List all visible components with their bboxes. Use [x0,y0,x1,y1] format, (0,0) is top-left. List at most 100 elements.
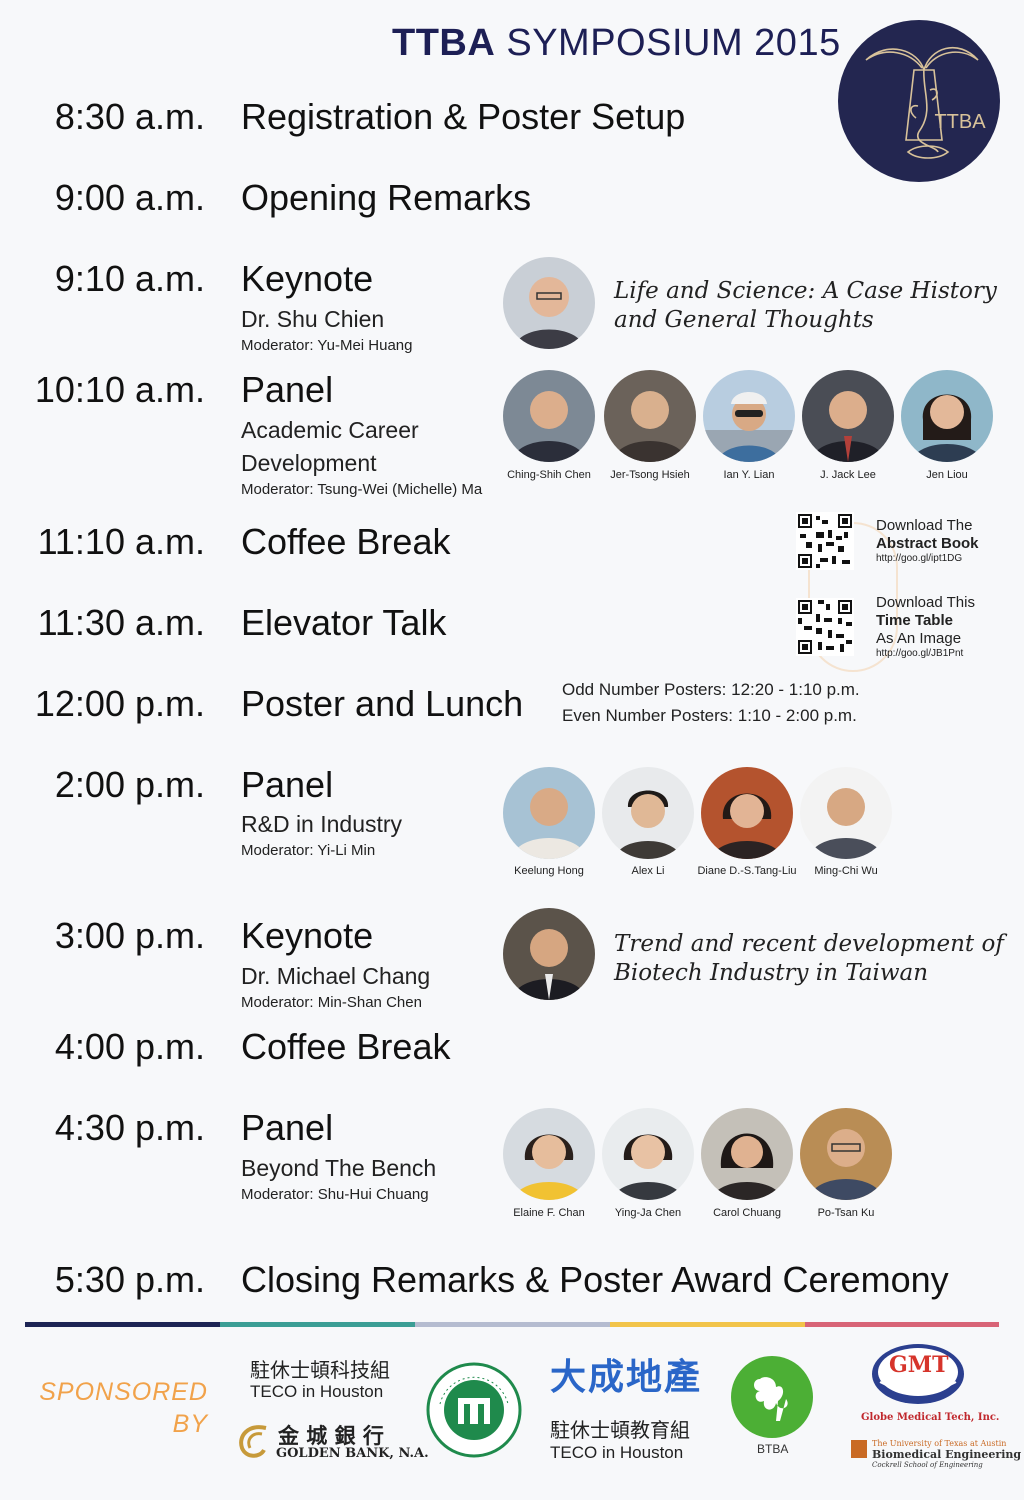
event-panel-2: Panel [241,764,334,805]
ttba-logo: TTBA [838,20,1000,182]
divider-segment [220,1322,415,1327]
panelist-name: Jen Liou [926,469,968,481]
sponsored-line2: BY [172,1410,208,1438]
panelist-photo [604,370,696,462]
download-abstract-line2: Abstract Book [876,535,979,552]
event-closing: Closing Remarks & Poster Award Ceremony [241,1259,949,1300]
gmt-label: GMT [889,1352,949,1378]
download-timetable-line2: Time Table [876,612,953,629]
panelist-name: Ming-Chi Wu [814,865,878,877]
odd-posters-note: Odd Number Posters: 12:20 - 1:10 p.m. [562,680,860,699]
panel-2-topic: R&D in Industry [241,811,403,837]
divider-segment [25,1322,220,1327]
panelist-photo [503,370,595,462]
panelist-name: J. Jack Lee [820,469,876,481]
panelist-name: Carol Chuang [713,1207,781,1219]
keynote-1-speaker: Dr. Shu Chien [241,306,385,332]
even-posters-note: Even Number Posters: 1:10 - 2:00 p.m. [562,706,857,725]
download-timetable-line3: As An Image [876,630,962,647]
panelist-name: Diane D.-S.Tang-Liu [697,865,797,877]
panelist-name: Jer-Tsong Hsieh [610,469,690,481]
keynote-2-title-line2: Biotech Industry in Taiwan [614,960,929,986]
qr-code-time-table[interactable] [796,598,854,656]
download-timetable-line1: Download This [876,594,975,611]
title-rest: SYMPOSIUM 2015 [495,22,841,64]
keynote-1-title-line1: Life and Science: A Case History [614,278,997,304]
panel-1-topic-line2: Development [241,450,377,476]
keynote-2-title-line1: Trend and recent development of [614,931,1004,957]
ut-line1: The University of Texas at Austin [872,1439,1007,1448]
panelist-photo [602,767,694,859]
time-0830: 8:30 a.m. [54,96,205,137]
panel-3-moderator: Moderator: Shu-Hui Chuang [241,1186,429,1203]
panelist-photo [503,767,595,859]
keynote-1-moderator: Moderator: Yu-Mei Huang [241,337,413,354]
panelist-name: Ching-Shih Chen [507,469,591,481]
btba-icon [731,1356,813,1438]
gmt-name: Globe Medical Tech, Inc. [861,1412,1000,1423]
golden-bank-logo [236,1422,270,1460]
keynote-2-moderator: Moderator: Min-Shan Chen [241,994,422,1011]
time-0910: 9:10 a.m. [54,258,205,299]
panelist-name: Ying-Ja Chen [614,1207,682,1219]
time-1500: 3:00 p.m. [54,915,205,956]
panelist-name: Po-Tsan Ku [817,1207,875,1219]
ut-shield-icon [851,1440,867,1458]
teco-science-en: TECO in Houston [250,1382,384,1401]
time-1400: 2:00 p.m. [54,764,205,805]
event-panel-1: Panel [241,369,334,410]
sponsored-by-label: SPONSORED BY [28,1376,208,1440]
time-0900: 9:00 a.m. [54,177,205,218]
panelist-photo [503,1108,595,1200]
event-panel-3: Panel [241,1107,334,1148]
panelist-name: Keelung Hong [514,865,584,877]
speaker-photo [503,908,595,1000]
teco-education-en: TECO in Houston [550,1443,684,1462]
download-abstract-book[interactable]: Download The Abstract Book http://goo.gl… [876,517,979,565]
panel-1-topic-line1: Academic Career [241,417,419,443]
time-1600: 4:00 p.m. [54,1026,205,1067]
page-title: TTBA SYMPOSIUM 2015 [392,22,841,65]
time-1200: 12:00 p.m. [34,683,205,724]
event-coffee-1: Coffee Break [241,521,451,562]
download-time-table[interactable]: Download This Time Table As An Image htt… [876,594,975,660]
panelist-photo [802,370,894,462]
event-coffee-2: Coffee Break [241,1026,451,1067]
event-keynote-2: Keynote [241,915,374,956]
speaker-photo [503,257,595,349]
panelist-photo [800,1108,892,1200]
panelist-photo [602,1108,694,1200]
panel-2-moderator: Moderator: Yi-Li Min [241,842,376,859]
logo-text: TTBA [934,111,986,133]
time-1010: 10:10 a.m. [34,369,205,410]
ttba-logo-icon: TTBA [865,46,986,159]
panelist-name: Elaine F. Chan [513,1207,585,1219]
event-poster-lunch: Poster and Lunch [241,683,524,724]
hsinchu-science-park-logo [426,1362,522,1458]
time-1130: 11:30 a.m. [37,602,205,643]
download-timetable-url[interactable]: http://goo.gl/JB1Pnt [876,648,975,660]
time-1110: 11:10 a.m. [37,521,205,562]
download-abstract-url[interactable]: http://goo.gl/ipt1DG [876,553,979,565]
event-registration: Registration & Poster Setup [241,96,686,137]
time-1730: 5:30 p.m. [54,1259,205,1300]
event-keynote-1: Keynote [241,258,374,299]
panelist-photo [800,767,892,859]
panel-1-moderator: Moderator: Tsung-Wei (Michelle) Ma [241,481,483,498]
download-abstract-line1: Download The [876,517,973,534]
hsinchu-science-park-icon [426,1362,522,1458]
qr-code-abstract-book[interactable] [796,512,854,570]
golden-bank-icon [239,1425,267,1458]
divider-segment [415,1322,610,1327]
btba-logo [730,1355,814,1439]
teco-science-cn: 駐休士頓科技組 [250,1360,390,1382]
sponsored-line1: SPONSORED [39,1378,208,1406]
panelist-photo [701,767,793,859]
ut-line3: Cockrell School of Engineering [872,1461,983,1469]
ut-line2: Biomedical Engineering [872,1448,1022,1461]
dacheng-logo: 大成地產 [550,1356,703,1397]
keynote-1-title-line2: and General Thoughts [614,307,874,333]
event-elevator-talk: Elevator Talk [241,602,447,643]
panel-3-topic: Beyond The Bench [241,1155,437,1181]
panelist-name: Ian Y. Lian [723,469,775,481]
